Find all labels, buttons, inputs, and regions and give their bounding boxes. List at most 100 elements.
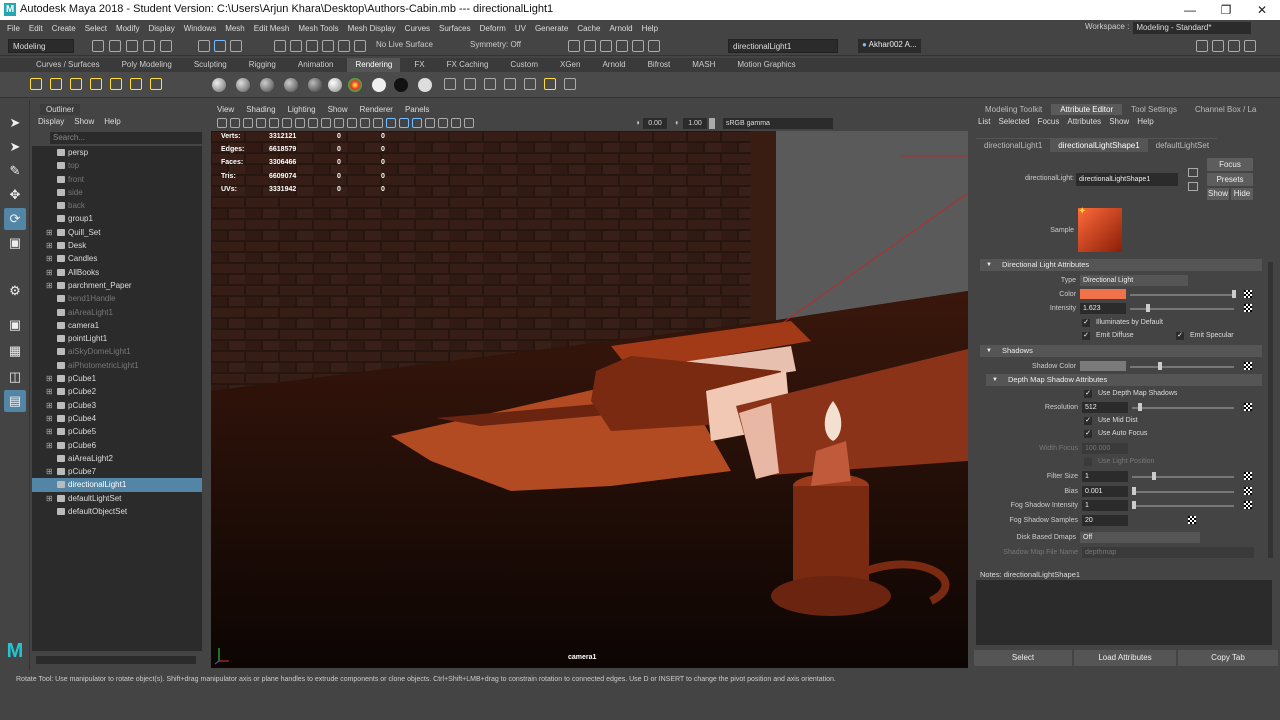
attr-menu-help[interactable]: Help: [1137, 117, 1153, 126]
attr-menu-attributes[interactable]: Attributes: [1067, 117, 1101, 126]
bookmark-icon[interactable]: [243, 118, 253, 128]
viewport-panel[interactable]: View Shading Lighting Show Renderer Panels ◑ …: [211, 103, 968, 668]
color-slider[interactable]: [1130, 294, 1234, 296]
spot-light-icon[interactable]: [90, 78, 102, 90]
render-sequence-icon[interactable]: [484, 78, 496, 90]
shelf-tab-xgen[interactable]: XGen: [552, 58, 588, 72]
menu-file[interactable]: File: [7, 24, 20, 33]
surface-shader-icon[interactable]: [372, 78, 386, 92]
render-frame-icon[interactable]: [584, 40, 596, 52]
expand-icon[interactable]: ⊞: [46, 252, 53, 265]
expand-icon[interactable]: ⊞: [46, 266, 53, 279]
node-tab-directionallight1[interactable]: directionalLight1: [976, 138, 1051, 152]
section-depth-map[interactable]: Depth Map Shadow Attributes: [986, 374, 1262, 386]
attr-menu-selected[interactable]: Selected: [998, 117, 1029, 126]
shadows-icon[interactable]: [425, 118, 435, 128]
smooth-shade-icon[interactable]: [386, 118, 396, 128]
user-account-dropdown[interactable]: ● Akhar002 A...: [858, 39, 921, 53]
shading-map-icon[interactable]: [418, 78, 432, 92]
layered-shader-icon[interactable]: [328, 78, 342, 92]
show-manipulator-icon[interactable]: ⚙: [4, 280, 26, 302]
load-attributes-button[interactable]: Load Attributes: [1074, 650, 1176, 666]
use-depth-map-checkbox[interactable]: ✓: [1084, 390, 1092, 398]
outliner-item[interactable]: ⊞ pCube6: [32, 439, 202, 452]
persp-outliner-layout-icon[interactable]: ◫: [4, 366, 26, 388]
batch-render-icon[interactable]: [504, 78, 516, 90]
light-color-swatch[interactable]: [1080, 289, 1126, 299]
shadow-color-swatch[interactable]: [1080, 361, 1126, 371]
object-name-field[interactable]: directionalLight1: [728, 39, 838, 53]
section-shadows[interactable]: Shadows: [980, 345, 1262, 357]
outliner-item[interactable]: ⊞ pCube2: [32, 385, 202, 398]
expand-icon[interactable]: ⊞: [46, 425, 53, 438]
outliner-item[interactable]: ⊞ pCube4: [32, 412, 202, 425]
minimize-button[interactable]: —: [1172, 0, 1208, 20]
directional-light-icon[interactable]: [50, 78, 62, 90]
outliner-item[interactable]: aiSkyDomeLight1: [32, 345, 202, 358]
outliner-item[interactable]: aiAreaLight1: [32, 306, 202, 319]
point-light-icon[interactable]: [70, 78, 82, 90]
intensity-field[interactable]: 1.623: [1080, 303, 1126, 314]
anisotropic-material-icon[interactable]: [308, 78, 322, 92]
outliner-item[interactable]: bend1Handle: [32, 292, 202, 305]
expand-icon[interactable]: ⊞: [46, 226, 53, 239]
shadow-color-slider[interactable]: [1130, 366, 1234, 368]
fog-shadow-samples-map-button[interactable]: [1188, 516, 1196, 524]
expand-icon[interactable]: ⊞: [46, 279, 53, 292]
menu-mesh[interactable]: Mesh: [225, 24, 245, 33]
snap-view-icon[interactable]: [354, 40, 366, 52]
shelf-tab-fx[interactable]: FX: [406, 58, 432, 72]
paint-select-tool-icon[interactable]: ✎: [4, 160, 26, 182]
menu-mesh-display[interactable]: Mesh Display: [348, 24, 396, 33]
bias-slider[interactable]: [1132, 491, 1234, 493]
node-name-field[interactable]: directionalLightShape1: [1076, 173, 1178, 186]
film-gate-icon[interactable]: [308, 118, 318, 128]
expand-icon[interactable]: ⊞: [46, 492, 53, 505]
panel-tab-attribute-editor[interactable]: Attribute Editor: [1051, 104, 1123, 115]
outliner-item[interactable]: side: [32, 186, 202, 199]
resolution-field[interactable]: 512: [1082, 402, 1128, 413]
open-scene-icon[interactable]: [109, 40, 121, 52]
presets-button[interactable]: Presets: [1207, 173, 1253, 186]
use-lights-icon[interactable]: [412, 118, 422, 128]
anti-aliasing-icon[interactable]: [464, 118, 474, 128]
maximize-button[interactable]: ❐: [1208, 0, 1244, 20]
panel-tab-modeling-toolkit[interactable]: Modeling Toolkit: [976, 104, 1051, 115]
outliner-item[interactable]: ⊞ pCube7: [32, 465, 202, 478]
illuminates-checkbox[interactable]: ✓: [1082, 319, 1090, 327]
shelf-tab-poly-modeling[interactable]: Poly Modeling: [114, 58, 180, 72]
menu-select[interactable]: Select: [85, 24, 107, 33]
resolution-map-button[interactable]: [1244, 403, 1252, 411]
resolution-knob[interactable]: [1138, 403, 1142, 411]
arnold-render-icon[interactable]: [648, 40, 660, 52]
bias-knob[interactable]: [1132, 487, 1136, 495]
blinn-material-icon[interactable]: [212, 78, 226, 92]
shelf-tab-custom[interactable]: Custom: [502, 58, 546, 72]
four-view-icon[interactable]: ▦: [4, 340, 26, 362]
gate-mask-icon[interactable]: [334, 118, 344, 128]
intensity-slider-knob[interactable]: [1146, 304, 1150, 312]
shelf-tab-fx-caching[interactable]: FX Caching: [439, 58, 497, 72]
expand-icon[interactable]: ⊞: [46, 385, 53, 398]
render-settings-icon[interactable]: [616, 40, 628, 52]
intensity-map-button[interactable]: [1244, 304, 1252, 312]
snap-surface-icon[interactable]: [338, 40, 350, 52]
attribute-scrollbar[interactable]: [1268, 262, 1273, 558]
menuset-dropdown[interactable]: Modeling: [8, 39, 74, 53]
safe-action-icon[interactable]: [360, 118, 370, 128]
select-button[interactable]: Select: [974, 650, 1072, 666]
snap-grid-icon[interactable]: [274, 40, 286, 52]
shelf-tab-rendering[interactable]: Rendering: [347, 58, 401, 72]
lasso-tool-icon[interactable]: ➤: [4, 136, 26, 158]
phong-material-icon[interactable]: [260, 78, 274, 92]
camera-icon[interactable]: [150, 78, 162, 90]
attr-menu-show[interactable]: Show: [1109, 117, 1129, 126]
outliner-item[interactable]: back: [32, 199, 202, 212]
symmetry-dropdown[interactable]: Symmetry: Off: [470, 40, 521, 49]
gamma-field[interactable]: 1.00: [683, 118, 707, 129]
bias-map-button[interactable]: [1244, 487, 1252, 495]
copy-tab-button[interactable]: Copy Tab: [1178, 650, 1278, 666]
undo-icon[interactable]: [143, 40, 155, 52]
fog-shadow-intensity-knob[interactable]: [1132, 501, 1136, 509]
expand-icon[interactable]: ⊞: [46, 239, 53, 252]
